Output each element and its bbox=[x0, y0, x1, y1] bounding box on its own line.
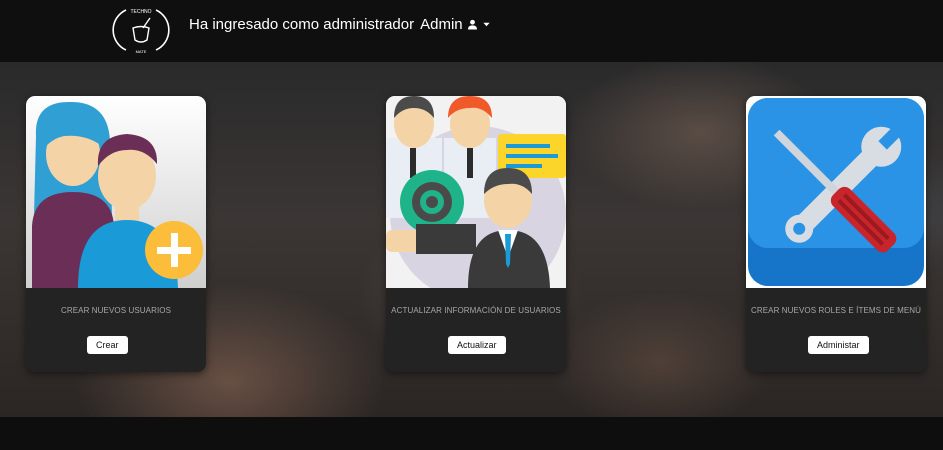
tools-illustration bbox=[746, 96, 926, 288]
card-update-users: ACTUALIZAR INFORMACIÓN DE USUARIOS Actua… bbox=[386, 96, 566, 372]
person-icon bbox=[467, 19, 477, 30]
logged-in-text: Ha ingresado como administrador bbox=[189, 16, 415, 33]
admin-user-menu[interactable]: Admin bbox=[420, 16, 491, 33]
manage-button[interactable]: Administar bbox=[808, 336, 869, 354]
card-manage-roles: CREAR NUEVOS ROLES E ÍTEMS DE MENÚ Admin… bbox=[746, 96, 926, 372]
caret-down-icon bbox=[483, 22, 490, 27]
create-button[interactable]: Crear bbox=[87, 336, 128, 354]
card-create-users: CREAR NUEVOS USUARIOS Crear bbox=[26, 96, 206, 372]
card-title: CREAR NUEVOS USUARIOS bbox=[60, 306, 172, 315]
add-users-illustration bbox=[26, 96, 206, 288]
logo-text-top: TECHNO bbox=[130, 9, 151, 15]
team-update-illustration bbox=[386, 96, 566, 288]
card-title: CREAR NUEVOS ROLES E ÍTEMS DE MENÚ bbox=[750, 306, 922, 315]
brand-logo[interactable]: TECHNO MATE bbox=[112, 4, 170, 56]
update-button[interactable]: Actualizar bbox=[448, 336, 506, 354]
card-title: ACTUALIZAR INFORMACIÓN DE USUARIOS bbox=[391, 306, 561, 315]
admin-user-label: Admin bbox=[420, 16, 463, 33]
navbar: TECHNO MATE Ha ingresado como administra… bbox=[0, 0, 943, 62]
footer bbox=[0, 417, 943, 450]
logo-text-bottom: MATE bbox=[136, 49, 147, 54]
